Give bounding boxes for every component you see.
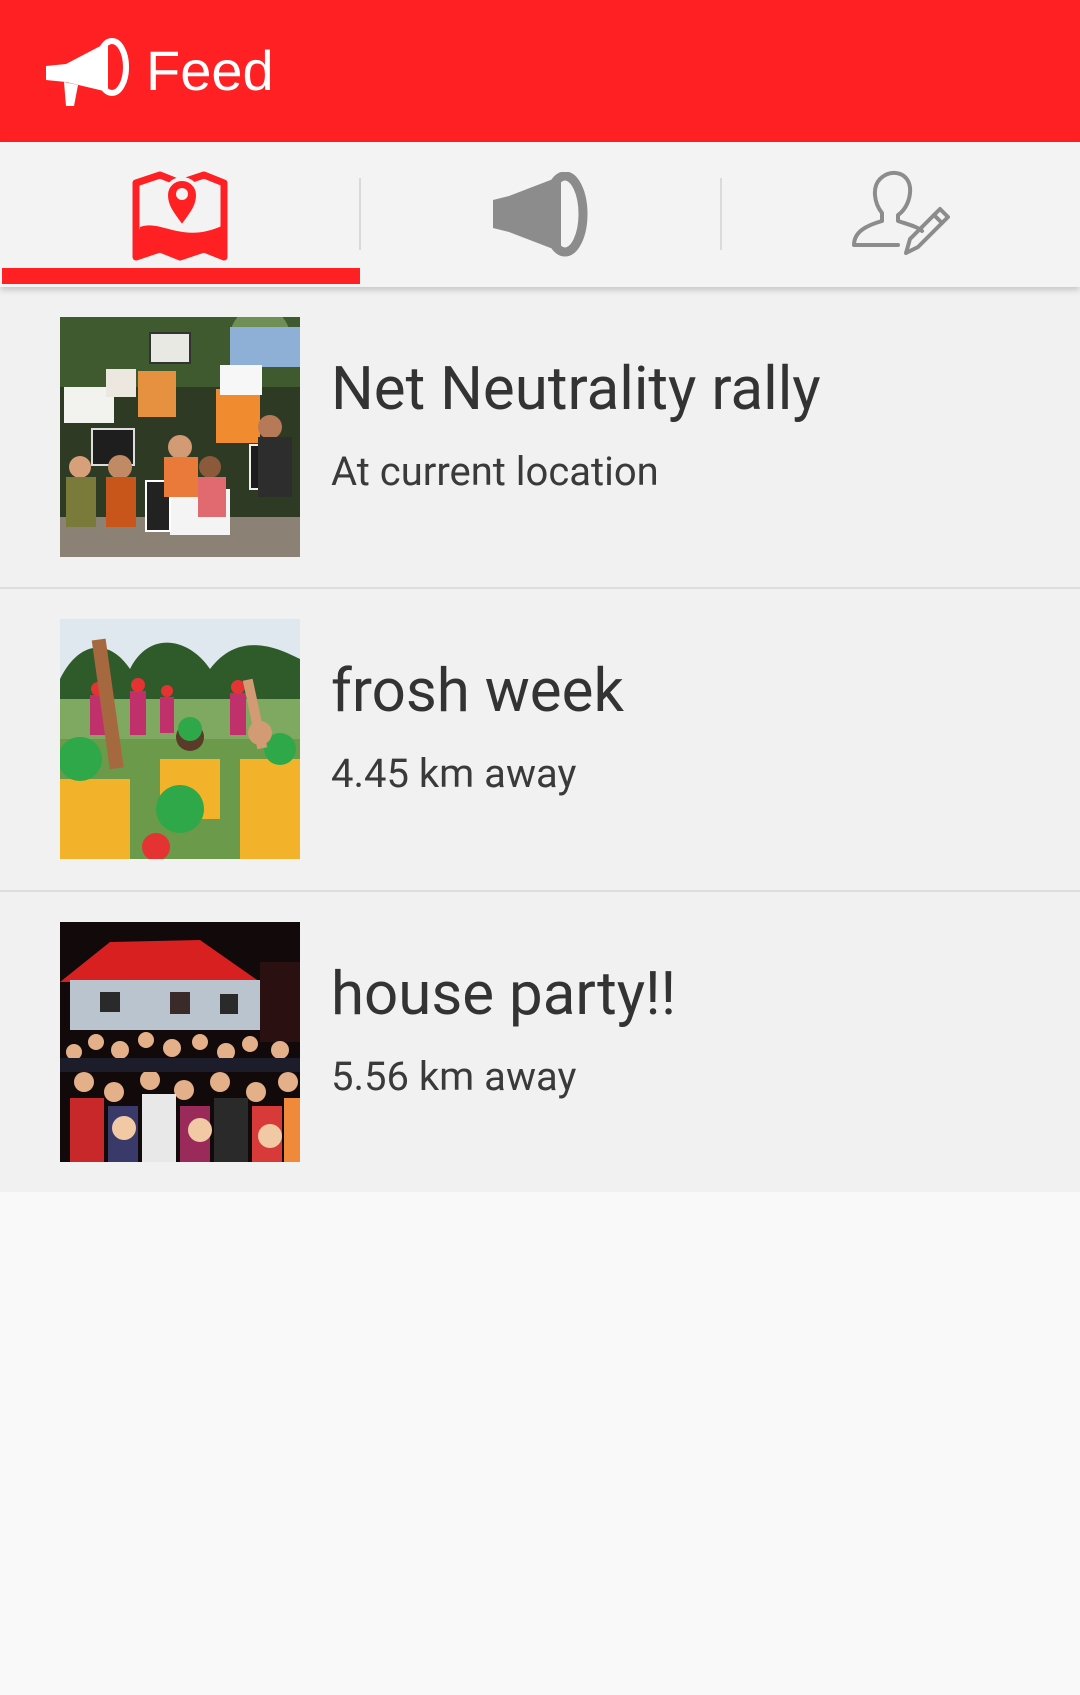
feed-item[interactable]: Net Neutrality rally At current location [0,287,1080,589]
crowd-photo [60,619,300,859]
tab-bar [0,142,1080,287]
item-title: frosh week [331,655,624,726]
feed-item[interactable]: house party!! 5.56 km away [0,892,1080,1195]
party-photo [60,922,300,1162]
app-root: Feed Net Neutrality rally At current loc… [0,0,1080,1695]
page-title: Feed [146,39,274,102]
tab-selected-indicator [2,268,360,284]
tab-profile[interactable] [720,142,1080,287]
empty-space [0,1192,1080,1695]
megaphone-icon [46,38,129,106]
megaphone-icon [493,171,588,256]
protest-photo [60,317,300,557]
edit-profile-icon [852,170,950,255]
item-distance: 5.56 km away [331,1053,577,1100]
item-title: Net Neutrality rally [331,353,821,424]
tab-map[interactable] [0,142,360,287]
app-bar: Feed [0,0,1080,142]
feed-list: Net Neutrality rally At current location [0,287,1080,1195]
tab-announcements[interactable] [360,142,720,287]
item-distance: At current location [331,448,659,495]
map-pin-icon [132,171,228,260]
item-distance: 4.45 km away [331,750,577,797]
item-title: house party!! [331,958,677,1029]
feed-item[interactable]: frosh week 4.45 km away [0,589,1080,892]
